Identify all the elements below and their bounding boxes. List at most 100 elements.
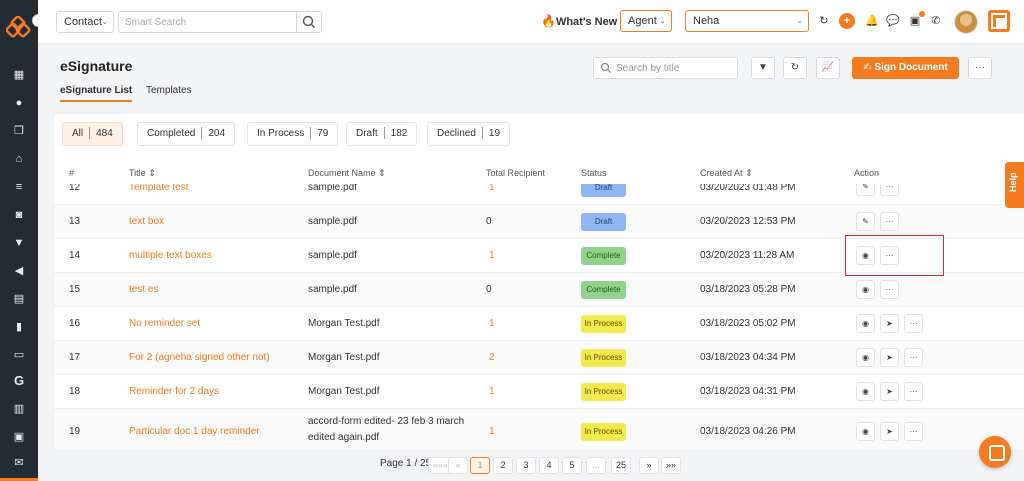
table-row[interactable]: 13 text box sample.pdf 0 Draft 03/20/202… xyxy=(54,204,1024,238)
filter-chip-declined[interactable]: Declined 19 xyxy=(427,122,511,146)
more-icon: ··· xyxy=(909,319,918,328)
tab-templates[interactable]: Templates xyxy=(146,85,192,96)
table-row[interactable]: 17 For 2 (agneha signed other not) Morga… xyxy=(54,340,1024,374)
forms-icon[interactable]: ▥ xyxy=(11,401,27,417)
add-icon[interactable]: + xyxy=(839,13,855,29)
refresh-button[interactable]: ↻ xyxy=(783,57,807,79)
whats-new-link[interactable]: 🔥What's New xyxy=(541,14,617,28)
chart-button[interactable]: 📈 xyxy=(816,57,840,79)
contact-card-icon[interactable]: ◙ xyxy=(11,207,27,223)
row-title[interactable]: No reminder set xyxy=(129,318,200,329)
chevron-down-icon: ⌄ xyxy=(101,17,108,26)
view-button[interactable]: ◉ xyxy=(856,382,875,401)
google-icon[interactable]: G xyxy=(11,373,27,389)
send-reminder-button[interactable]: ➤ xyxy=(880,422,899,441)
calendar-icon[interactable]: ▣ xyxy=(11,429,27,445)
edit-button[interactable]: ✎ xyxy=(856,212,875,231)
more-actions-button[interactable]: ··· xyxy=(904,422,923,441)
sign-document-button[interactable]: ✍ Sign Document xyxy=(852,57,959,79)
send-icon: ➤ xyxy=(886,387,893,396)
more-actions-button[interactable]: ··· xyxy=(904,314,923,333)
row-title[interactable]: test es xyxy=(129,284,158,295)
send-reminder-button[interactable]: ➤ xyxy=(880,348,899,367)
documents-icon[interactable]: ❐ xyxy=(11,123,27,139)
table-row[interactable]: 15 test es sample.pdf 0 Complete 03/18/2… xyxy=(54,272,1024,306)
phone-icon[interactable]: ✆ xyxy=(928,13,944,29)
row-title[interactable]: Particular doc 1 day reminder xyxy=(129,426,260,437)
bell-icon[interactable]: 🔔 xyxy=(864,13,880,29)
view-button[interactable]: ◉ xyxy=(856,422,875,441)
header-created-at[interactable]: Created At ⇕ xyxy=(700,168,753,179)
last-page-button[interactable]: »» xyxy=(661,457,682,474)
chevron-down-icon: ⌄ xyxy=(659,16,666,25)
prev-page-button[interactable]: « xyxy=(448,457,468,474)
status-badge: Draft xyxy=(581,184,626,197)
more-actions-button[interactable]: ··· xyxy=(880,280,899,299)
title-search-input[interactable] xyxy=(593,57,738,79)
page-button-4[interactable]: 4 xyxy=(539,457,559,474)
row-title[interactable]: multiple text boxes xyxy=(129,250,212,261)
send-reminder-button[interactable]: ➤ xyxy=(880,382,899,401)
more-icon: ··· xyxy=(975,62,985,73)
refresh-icon[interactable]: ↻ xyxy=(816,13,832,29)
view-button[interactable]: ◉ xyxy=(856,280,875,299)
filter-funnel-icon[interactable]: ▼ xyxy=(11,235,27,251)
help-tab[interactable]: Help xyxy=(1005,162,1024,208)
table-row[interactable]: 16 No reminder set Morgan Test.pdf 1 In … xyxy=(54,306,1024,340)
send-reminder-button[interactable]: ➤ xyxy=(880,314,899,333)
more-actions-button[interactable]: ··· xyxy=(904,382,923,401)
chip-label: In Process xyxy=(257,128,305,139)
next-page-button[interactable]: » xyxy=(639,457,659,474)
user-avatar[interactable] xyxy=(954,10,978,34)
more-actions-button[interactable]: ··· xyxy=(880,184,899,196)
notes-icon[interactable]: ▤ xyxy=(11,291,27,307)
table-row[interactable]: 18 Reminder for 2 days Morgan Test.pdf 1… xyxy=(54,374,1024,408)
sort-icon: ⇕ xyxy=(745,168,753,178)
app-switcher-icon[interactable] xyxy=(988,10,1010,32)
dashboard-icon[interactable]: ▦ xyxy=(11,67,27,83)
view-button[interactable]: ◉ xyxy=(856,348,875,367)
more-options-button[interactable]: ··· xyxy=(968,57,992,79)
row-number: 17 xyxy=(69,352,81,363)
chat-widget-button[interactable] xyxy=(979,436,1011,468)
page-button-5[interactable]: 5 xyxy=(562,457,582,474)
search-button[interactable] xyxy=(296,11,322,33)
filter-chip-all[interactable]: All 484 xyxy=(62,122,123,146)
row-title[interactable]: For 2 (agneha signed other not) xyxy=(129,352,270,363)
smart-search-input[interactable] xyxy=(118,11,298,33)
table-row[interactable]: 19 Particular doc 1 day reminder accord-… xyxy=(54,408,1024,450)
module-select[interactable]: Contact ⌄ xyxy=(56,11,114,33)
view-button[interactable]: ◉ xyxy=(856,314,875,333)
row-title[interactable]: Template test xyxy=(129,184,188,193)
tab-esignature-list[interactable]: eSignature List xyxy=(60,85,133,102)
more-actions-button[interactable]: ··· xyxy=(904,348,923,367)
header-document-name[interactable]: Document Name ⇕ xyxy=(308,168,386,179)
row-created-at: 03/18/2023 04:31 PM xyxy=(700,386,796,397)
row-title[interactable]: text box xyxy=(129,216,164,227)
agent-select[interactable]: Agent ⌄ xyxy=(620,10,672,32)
bank-icon[interactable]: ⌂ xyxy=(11,151,27,167)
list-icon[interactable]: ≡ xyxy=(11,179,27,195)
filter-chip-in-process[interactable]: In Process 79 xyxy=(247,122,339,146)
table-row[interactable]: 12 Template test sample.pdf 1 Draft 03/2… xyxy=(54,184,1024,204)
user-select[interactable]: Neha ⌄ xyxy=(685,10,809,32)
row-title[interactable]: Reminder for 2 days xyxy=(129,386,219,397)
more-actions-button[interactable]: ··· xyxy=(880,212,899,231)
page-button-1[interactable]: 1 xyxy=(470,457,490,474)
reports-chart-icon[interactable]: ▮ xyxy=(11,319,27,335)
filter-chip-draft[interactable]: Draft 182 xyxy=(346,122,418,146)
page-button-3[interactable]: 3 xyxy=(516,457,536,474)
page-button-25[interactable]: 25 xyxy=(611,457,632,474)
folder-icon[interactable]: ▭ xyxy=(11,347,27,363)
header-title[interactable]: Title ⇕ xyxy=(129,168,156,179)
page-button-2[interactable]: 2 xyxy=(493,457,513,474)
mail-icon[interactable]: ✉ xyxy=(11,455,27,471)
chat-bubbles-icon[interactable]: 💬 xyxy=(885,13,901,29)
edit-button[interactable]: ✎ xyxy=(856,184,875,196)
brand-logo-icon[interactable] xyxy=(6,16,32,42)
contacts-icon[interactable]: ● xyxy=(11,95,27,111)
megaphone-icon[interactable]: ◀ xyxy=(11,263,27,279)
filter-chip-completed[interactable]: Completed 204 xyxy=(137,122,236,146)
filter-button[interactable]: ▼ xyxy=(751,57,775,79)
row-recipients: 0 xyxy=(486,284,492,295)
